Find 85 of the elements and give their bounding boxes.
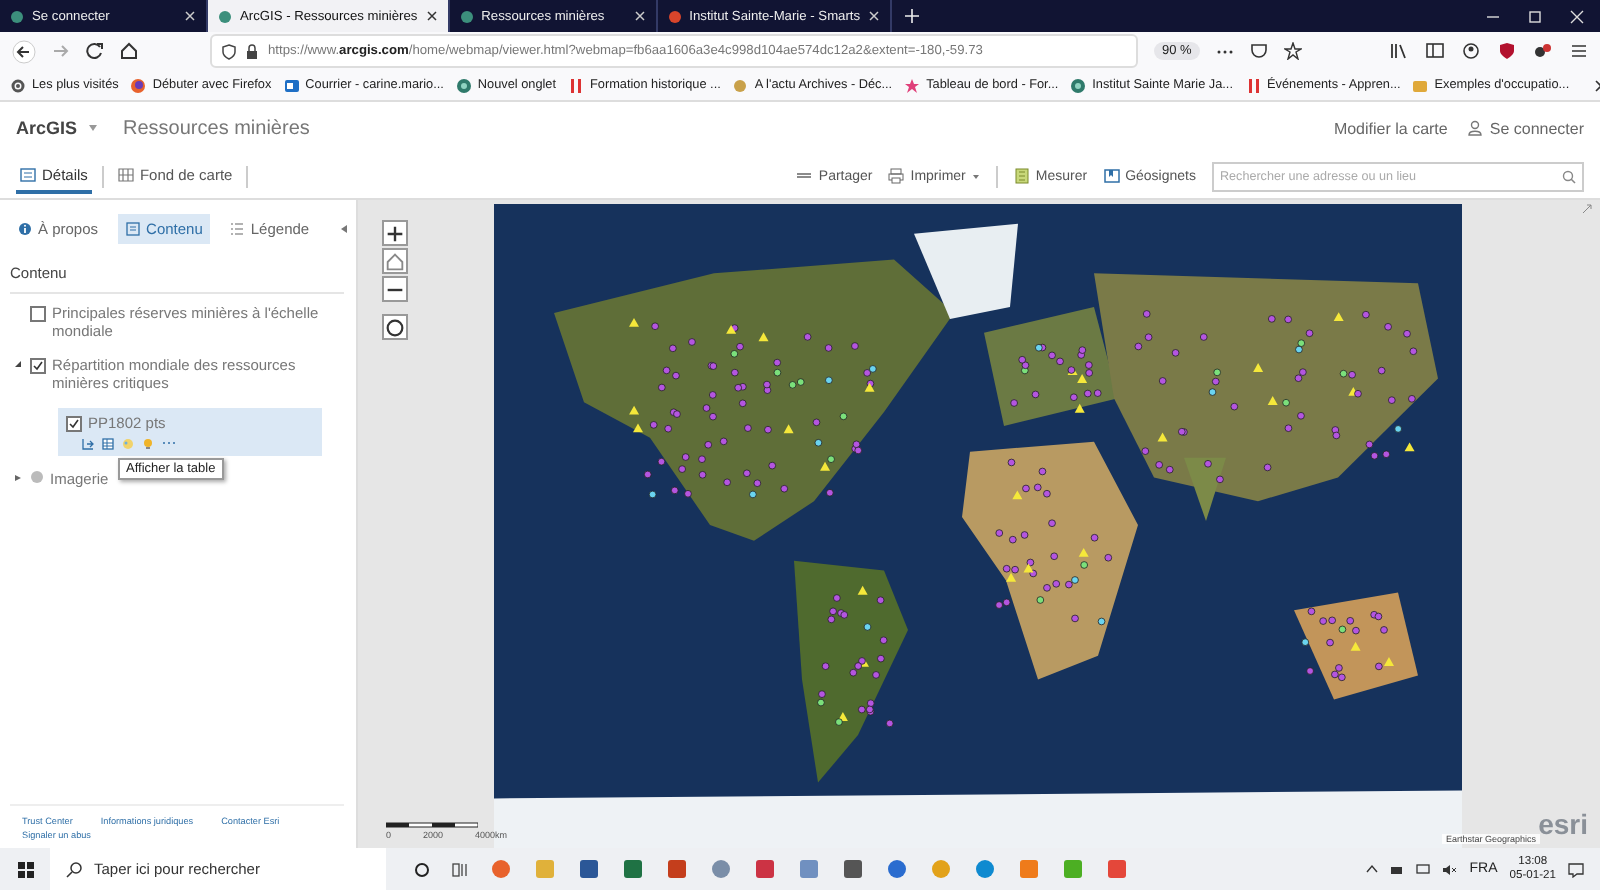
reload-icon[interactable] bbox=[86, 42, 104, 60]
mail-icon bbox=[283, 77, 300, 93]
globe-icon bbox=[459, 9, 474, 23]
caret-icon[interactable] bbox=[87, 124, 98, 132]
home-icon bbox=[384, 249, 406, 273]
bulb-icon[interactable] bbox=[142, 437, 154, 449]
star-icon[interactable] bbox=[1283, 42, 1302, 60]
globe-icon bbox=[10, 9, 24, 23]
app-icon[interactable] bbox=[974, 858, 996, 880]
gear-icon bbox=[10, 77, 26, 93]
folder-icon bbox=[1412, 77, 1429, 93]
lock-icon bbox=[246, 43, 258, 59]
maximize-icon[interactable] bbox=[1528, 9, 1542, 23]
details-icon bbox=[20, 167, 36, 181]
bars-icon bbox=[1245, 77, 1261, 93]
zoom-out-button[interactable] bbox=[382, 276, 408, 302]
app-icon[interactable] bbox=[842, 858, 864, 880]
close-icon[interactable] bbox=[425, 10, 438, 22]
zoom-in-button[interactable] bbox=[382, 220, 408, 246]
printer-icon bbox=[888, 168, 905, 184]
app-icon[interactable] bbox=[622, 858, 644, 880]
shield-icon bbox=[222, 43, 236, 59]
library-icon[interactable] bbox=[1390, 42, 1408, 60]
app-icon[interactable] bbox=[710, 858, 732, 880]
bars-icon bbox=[568, 77, 585, 93]
globe-icon bbox=[218, 9, 232, 23]
more-icon[interactable] bbox=[1215, 47, 1234, 55]
circle-icon bbox=[732, 77, 749, 93]
speaker-muted-icon[interactable] bbox=[1441, 863, 1458, 875]
home-icon[interactable] bbox=[120, 42, 138, 60]
check-icon bbox=[68, 417, 80, 429]
globe-icon bbox=[667, 9, 682, 23]
search-icon bbox=[66, 861, 82, 877]
user-icon bbox=[1467, 120, 1482, 136]
layer-checkbox[interactable] bbox=[30, 306, 46, 322]
ruler-icon bbox=[1013, 168, 1030, 184]
scale-bar-icon bbox=[386, 822, 478, 828]
edit-map-link[interactable]: Modifier la carte bbox=[1333, 119, 1448, 137]
windows-logo-icon[interactable] bbox=[18, 861, 34, 877]
app-icon[interactable] bbox=[754, 858, 776, 880]
account-icon[interactable] bbox=[1462, 42, 1480, 60]
triangle-icon[interactable] bbox=[14, 359, 22, 368]
triangle-icon[interactable] bbox=[14, 473, 22, 481]
collapse-arrow-icon[interactable] bbox=[340, 223, 348, 233]
globe-icon bbox=[455, 77, 472, 93]
plus-icon bbox=[384, 221, 406, 245]
locate-button[interactable] bbox=[382, 314, 408, 340]
app-icon[interactable] bbox=[666, 858, 688, 880]
check-icon bbox=[32, 359, 44, 372]
chevron-up-icon[interactable] bbox=[1365, 864, 1378, 874]
map-title: Ressources minières bbox=[123, 117, 310, 139]
app-icon[interactable] bbox=[798, 858, 820, 880]
app-icon[interactable] bbox=[1106, 858, 1128, 880]
sign-in-link[interactable]: Se connecter bbox=[1467, 119, 1584, 137]
grid-icon bbox=[117, 167, 134, 181]
app-icon[interactable] bbox=[490, 858, 512, 880]
esri-logo: esri bbox=[1538, 808, 1588, 840]
caret-icon bbox=[971, 173, 980, 179]
bookmark-icon bbox=[1103, 168, 1120, 184]
notification-icon[interactable] bbox=[1568, 861, 1584, 877]
app-icon[interactable] bbox=[578, 858, 600, 880]
circle-icon bbox=[384, 315, 406, 339]
layer-checkbox[interactable] bbox=[30, 357, 46, 374]
flower-icon bbox=[904, 77, 921, 93]
shield-icon[interactable] bbox=[1498, 42, 1516, 60]
content-icon bbox=[126, 221, 141, 235]
layer-checkbox[interactable] bbox=[66, 415, 82, 431]
globe-icon bbox=[1070, 77, 1087, 93]
expand-icon[interactable] bbox=[1582, 204, 1592, 214]
app-brand[interactable]: ArcGIS bbox=[16, 118, 78, 138]
pocket-icon[interactable] bbox=[1249, 42, 1268, 60]
search-icon bbox=[1562, 169, 1576, 183]
globe-icon bbox=[30, 469, 44, 483]
share-icon bbox=[796, 168, 813, 184]
new-tab-icon[interactable] bbox=[904, 8, 921, 24]
task-view-icon[interactable] bbox=[452, 861, 468, 877]
legend-icon bbox=[230, 221, 245, 235]
app-icon[interactable] bbox=[886, 858, 908, 880]
table-icon[interactable] bbox=[102, 437, 114, 449]
circle-icon[interactable] bbox=[414, 861, 430, 877]
sidebar-icon[interactable] bbox=[1426, 42, 1444, 60]
menu-icon[interactable] bbox=[1570, 42, 1588, 60]
transfer-icon[interactable] bbox=[82, 437, 94, 449]
back-arrow-icon[interactable] bbox=[12, 39, 36, 63]
info-icon bbox=[18, 221, 32, 235]
